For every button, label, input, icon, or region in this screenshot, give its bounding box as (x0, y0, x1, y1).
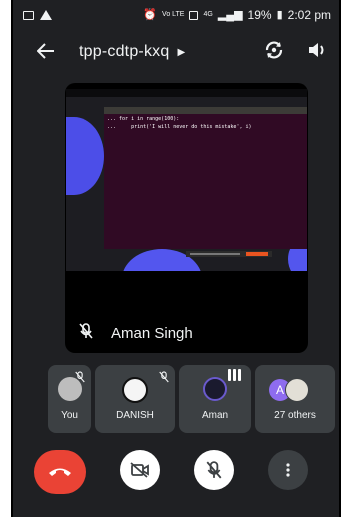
terminal-code-line-2: ... print('I will never do this mistake'… (107, 124, 252, 130)
participant-tile-aman[interactable]: Aman (179, 365, 251, 433)
shared-screen: ... for i in range(100): ... print('I wi… (66, 89, 307, 271)
phone-screen: ⏰ Vo LTE 4G ▂▄▆ 19% ▮ 2:02 pm tpp-cdtp-k… (11, 0, 341, 517)
caret-right-icon[interactable]: ▶ (177, 47, 185, 58)
participant-tile-you[interactable]: You (48, 365, 91, 433)
mic-off-icon (79, 323, 93, 344)
participant-tile-danish[interactable]: DANISH (95, 365, 175, 433)
switch-camera-icon[interactable] (263, 40, 285, 65)
camera-toggle-button[interactable] (120, 450, 160, 490)
mic-toggle-button[interactable] (194, 450, 234, 490)
participant-name: DANISH (116, 410, 154, 421)
avatar (285, 378, 309, 402)
clock: 2:02 pm (287, 8, 331, 22)
more-vert-icon (286, 463, 290, 477)
presenter-name: Aman Singh (111, 325, 193, 342)
meeting-app-bar: tpp-cdtp-kxq ▶ (13, 32, 339, 72)
presenter-video-tile[interactable]: ... for i in range(100): ... print('I wi… (65, 83, 308, 353)
mic-off-icon (206, 461, 222, 479)
meeting-code[interactable]: tpp-cdtp-kxq (79, 43, 169, 61)
battery-icon: ▮ (276, 9, 283, 21)
video-off-icon (130, 462, 149, 478)
mic-off-icon (159, 370, 169, 388)
avatar (122, 377, 148, 403)
status-bar: ⏰ Vo LTE 4G ▂▄▆ 19% ▮ 2:02 pm (13, 0, 339, 30)
back-arrow-icon[interactable] (36, 39, 63, 65)
participants-strip: You DANISH Aman A 27 others (48, 365, 335, 433)
avatar (203, 377, 227, 401)
phone-hangup-icon (49, 468, 71, 476)
signal-icon: ▂▄▆ (217, 9, 243, 21)
battery-percent: 19% (247, 8, 272, 22)
participant-name: 27 others (274, 410, 316, 421)
speaker-volume-icon[interactable] (307, 41, 327, 64)
mic-off-icon (75, 370, 85, 388)
network-type: 4G (203, 11, 213, 18)
call-controls (13, 450, 339, 494)
more-options-button[interactable] (268, 450, 308, 490)
end-call-button[interactable] (34, 450, 86, 494)
participant-name: You (61, 410, 78, 421)
alarm-icon: ⏰ (143, 9, 158, 21)
image-notification-icon (23, 10, 34, 20)
speaking-indicator-icon (228, 369, 241, 381)
participant-name: Aman (201, 410, 229, 421)
participant-tile-others[interactable]: A 27 others (255, 365, 335, 433)
terminal-code-line-1: ... for i in range(100): (107, 116, 180, 122)
nfc-icon (189, 10, 199, 20)
volte-icon: Vo LTE (162, 11, 185, 18)
terminal-window: ... for i in range(100): ... print('I wi… (104, 107, 307, 249)
warning-notification-icon (40, 10, 52, 20)
